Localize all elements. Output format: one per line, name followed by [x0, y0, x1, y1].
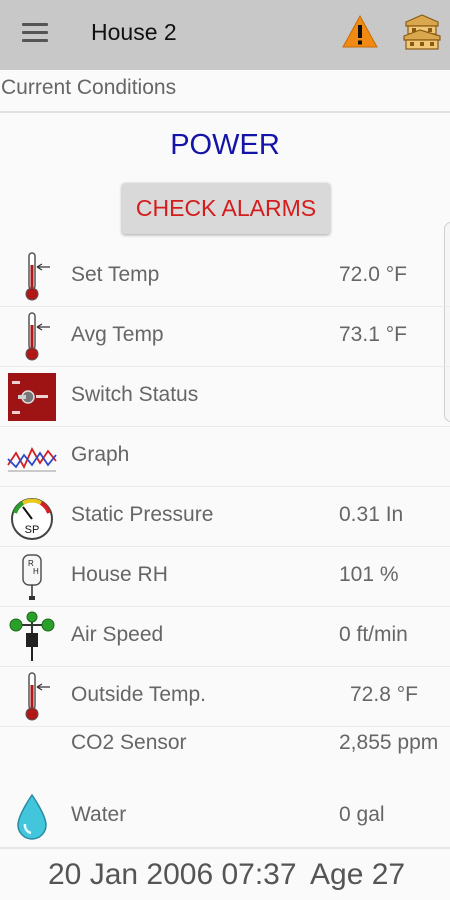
power-status: POWER [170, 129, 280, 161]
list-item-house-rh[interactable]: R H House RH 101 % [0, 547, 450, 607]
app-bar: House 2 [0, 0, 450, 70]
last-update-timestamp: 20 Jan 2006 07:37 [48, 858, 297, 891]
svg-text:SP: SP [25, 524, 40, 536]
thermometer-icon [25, 312, 50, 361]
hamburger-menu-icon[interactable] [22, 23, 48, 45]
list-item-label: Set Temp [71, 263, 160, 286]
list-item-static-pressure[interactable]: SP Static Pressure 0.31 In [0, 487, 450, 547]
list-item-label: Avg Temp [71, 323, 164, 346]
warning-triangle-icon[interactable] [342, 14, 378, 50]
list-item-label: Air Speed [71, 623, 164, 646]
list-item-value: 0 ft/min [339, 623, 408, 646]
list-item-value: 72.0 °F [339, 263, 407, 286]
list-item-value: 101 % [339, 563, 399, 586]
section-title: Current Conditions [1, 76, 177, 99]
list-item-label: Water [71, 803, 127, 826]
humidity-sensor-icon: R H [22, 554, 42, 600]
list-item-value: 2,855 ppm [339, 731, 439, 754]
list-item-label: Static Pressure [71, 503, 214, 526]
pressure-gauge-icon: SP [11, 498, 53, 540]
svg-text:H: H [33, 567, 39, 576]
chicken-house-icon[interactable] [400, 10, 444, 54]
check-alarms-button[interactable]: CHECK ALARMS [122, 183, 330, 234]
list-item-value: 0 gal [339, 803, 385, 826]
graph-icon [7, 447, 57, 472]
section-divider [0, 111, 450, 113]
list-item-label: Outside Temp. [71, 683, 207, 706]
list-item-air-speed[interactable]: Air Speed 0 ft/min [0, 607, 450, 667]
list-item-label: CO2 Sensor [71, 731, 187, 754]
page-title: House 2 [91, 19, 177, 45]
list-item-outside-temp[interactable]: Outside Temp. 72.8 °F [0, 667, 450, 727]
list-item-value: 0.31 In [339, 503, 404, 526]
footer-divider [0, 847, 450, 849]
list-item-set-temp[interactable]: Set Temp 72.0 °F [0, 247, 450, 307]
list-item-water[interactable]: Water 0 gal [0, 787, 450, 847]
anemometer-icon [9, 611, 55, 661]
list-item-graph[interactable]: Graph [0, 427, 450, 487]
list-item-value: 72.8 °F [350, 683, 418, 706]
switch-panel-icon [8, 373, 56, 421]
list-item-avg-temp[interactable]: Avg Temp 73.1 °F [0, 307, 450, 367]
thermometer-icon [25, 672, 50, 721]
water-drop-icon [17, 793, 47, 840]
thermometer-icon [25, 252, 50, 301]
flock-age: Age 27 [310, 858, 406, 891]
list-item-label: Graph [71, 443, 130, 466]
list-item-value: 73.1 °F [339, 323, 407, 346]
list-item-label: House RH [71, 563, 168, 586]
list-item-label: Switch Status [71, 383, 199, 406]
list-item-co2-sensor[interactable]: CO2 Sensor 2,855 ppm [0, 727, 450, 787]
list-item-switch-status[interactable]: Switch Status [0, 367, 450, 427]
